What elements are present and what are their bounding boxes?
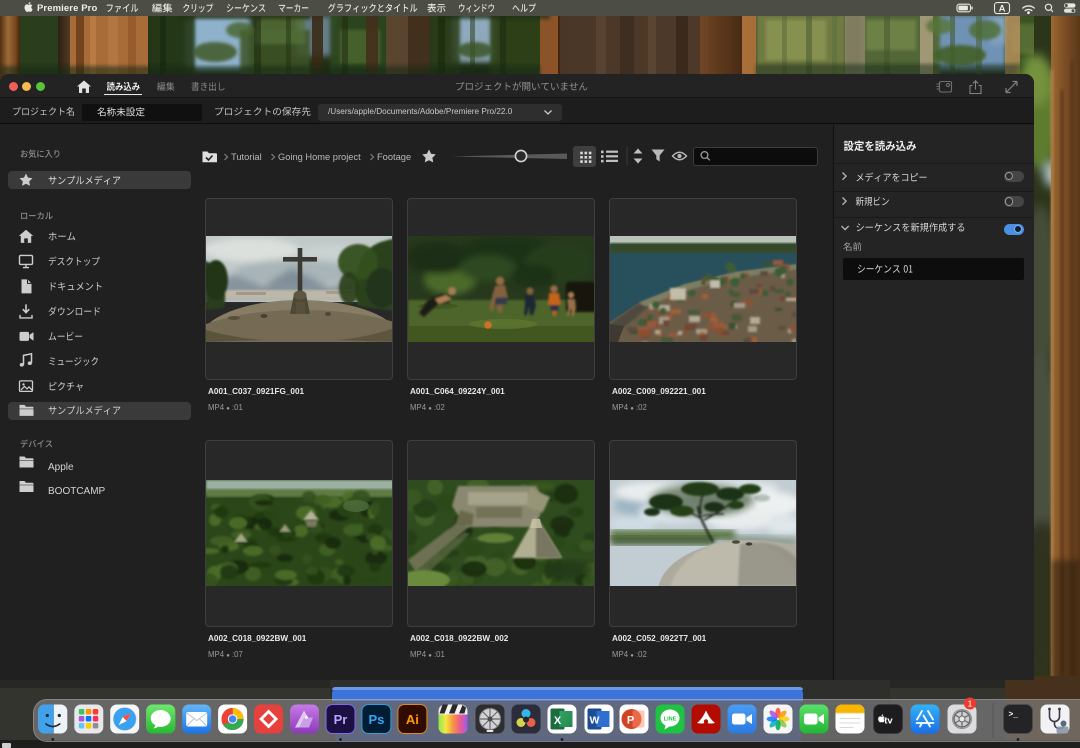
svg-text:A: A: [999, 3, 1006, 14]
